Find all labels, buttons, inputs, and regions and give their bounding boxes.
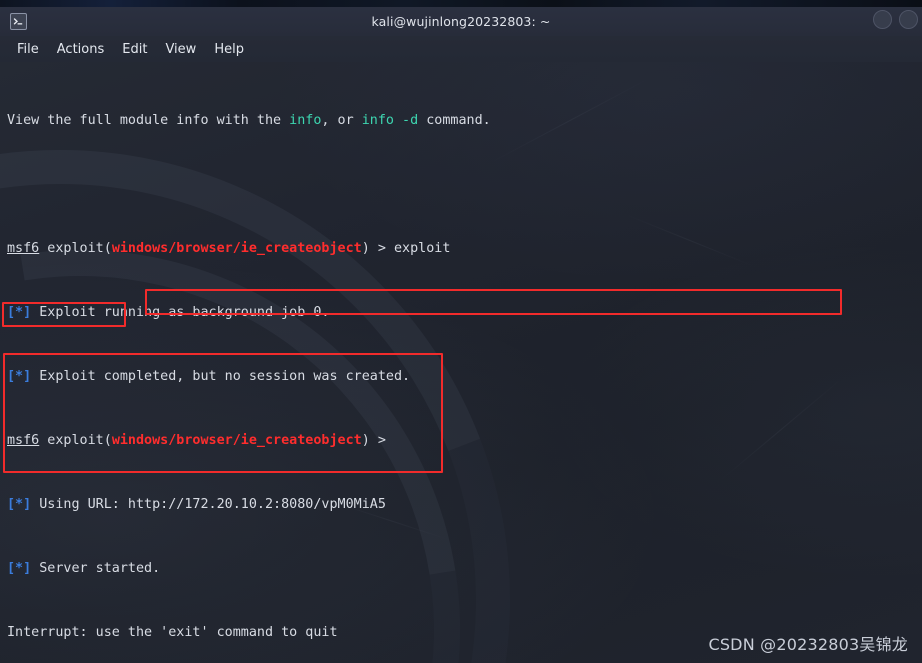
terminal-line: [*] Server started. (7, 561, 922, 577)
minimize-button[interactable] (873, 10, 892, 29)
status-star: [*] (7, 561, 32, 576)
line-text: Server started. (31, 561, 161, 576)
menu-help[interactable]: Help (205, 40, 253, 59)
menu-edit[interactable]: Edit (113, 40, 156, 59)
terminal-window: kali@wujinlong20232803: ~ File Actions E… (0, 0, 922, 663)
csdn-watermark: CSDN @20232803吴锦龙 (708, 635, 908, 654)
msf-prompt: msf6 (7, 241, 40, 256)
status-star: [*] (7, 305, 32, 320)
window-controls[interactable] (873, 10, 918, 29)
menu-view[interactable]: View (156, 40, 205, 59)
line-text: ) > (361, 433, 394, 448)
terminal-line: [*] Exploit running as background job 0. (7, 305, 922, 321)
terminal-line: View the full module info with the info,… (7, 113, 922, 129)
window-titlebar[interactable]: kali@wujinlong20232803: ~ (0, 7, 922, 36)
module-name: windows/browser/ie_createobject (111, 433, 362, 448)
status-star: [*] (7, 369, 32, 384)
line-text: View the full module info with the (7, 113, 290, 128)
window-title: kali@wujinlong20232803: ~ (371, 14, 551, 29)
terminal-line: [*] Using URL: http://172.20.10.2:8080/v… (7, 497, 922, 513)
line-text: Using URL: http://172.20.10.2:8080/vpM0M… (31, 497, 386, 512)
line-text: info (289, 113, 322, 128)
terminal-output[interactable]: View the full module info with the info,… (0, 62, 922, 663)
line-text: Exploit running as background job 0. (31, 305, 330, 320)
terminal-line: [*] Exploit completed, but no session wa… (7, 369, 922, 385)
terminal-prompt-line: msf6 exploit(windows/browser/ie_createob… (7, 241, 922, 257)
line-text: command. (418, 113, 491, 128)
line-text: ) > exploit (361, 241, 451, 256)
maximize-button[interactable] (899, 10, 918, 29)
line-text: Exploit completed, but no session was cr… (31, 369, 411, 384)
line-text: exploit( (39, 433, 112, 448)
line-text: , or (321, 113, 362, 128)
line-text: Interrupt: use the 'exit' command to qui… (7, 625, 338, 640)
line-text: info -d (361, 113, 419, 128)
msf-prompt: msf6 (7, 433, 40, 448)
terminal-icon (10, 13, 27, 30)
desktop-top-strip (0, 0, 922, 7)
module-name: windows/browser/ie_createobject (111, 241, 362, 256)
menu-file[interactable]: File (8, 40, 48, 59)
terminal-prompt-line: msf6 exploit(windows/browser/ie_createob… (7, 433, 922, 449)
status-star: [*] (7, 497, 32, 512)
menu-actions[interactable]: Actions (48, 40, 114, 59)
menu-bar[interactable]: File Actions Edit View Help (0, 36, 922, 62)
line-text: exploit( (39, 241, 112, 256)
